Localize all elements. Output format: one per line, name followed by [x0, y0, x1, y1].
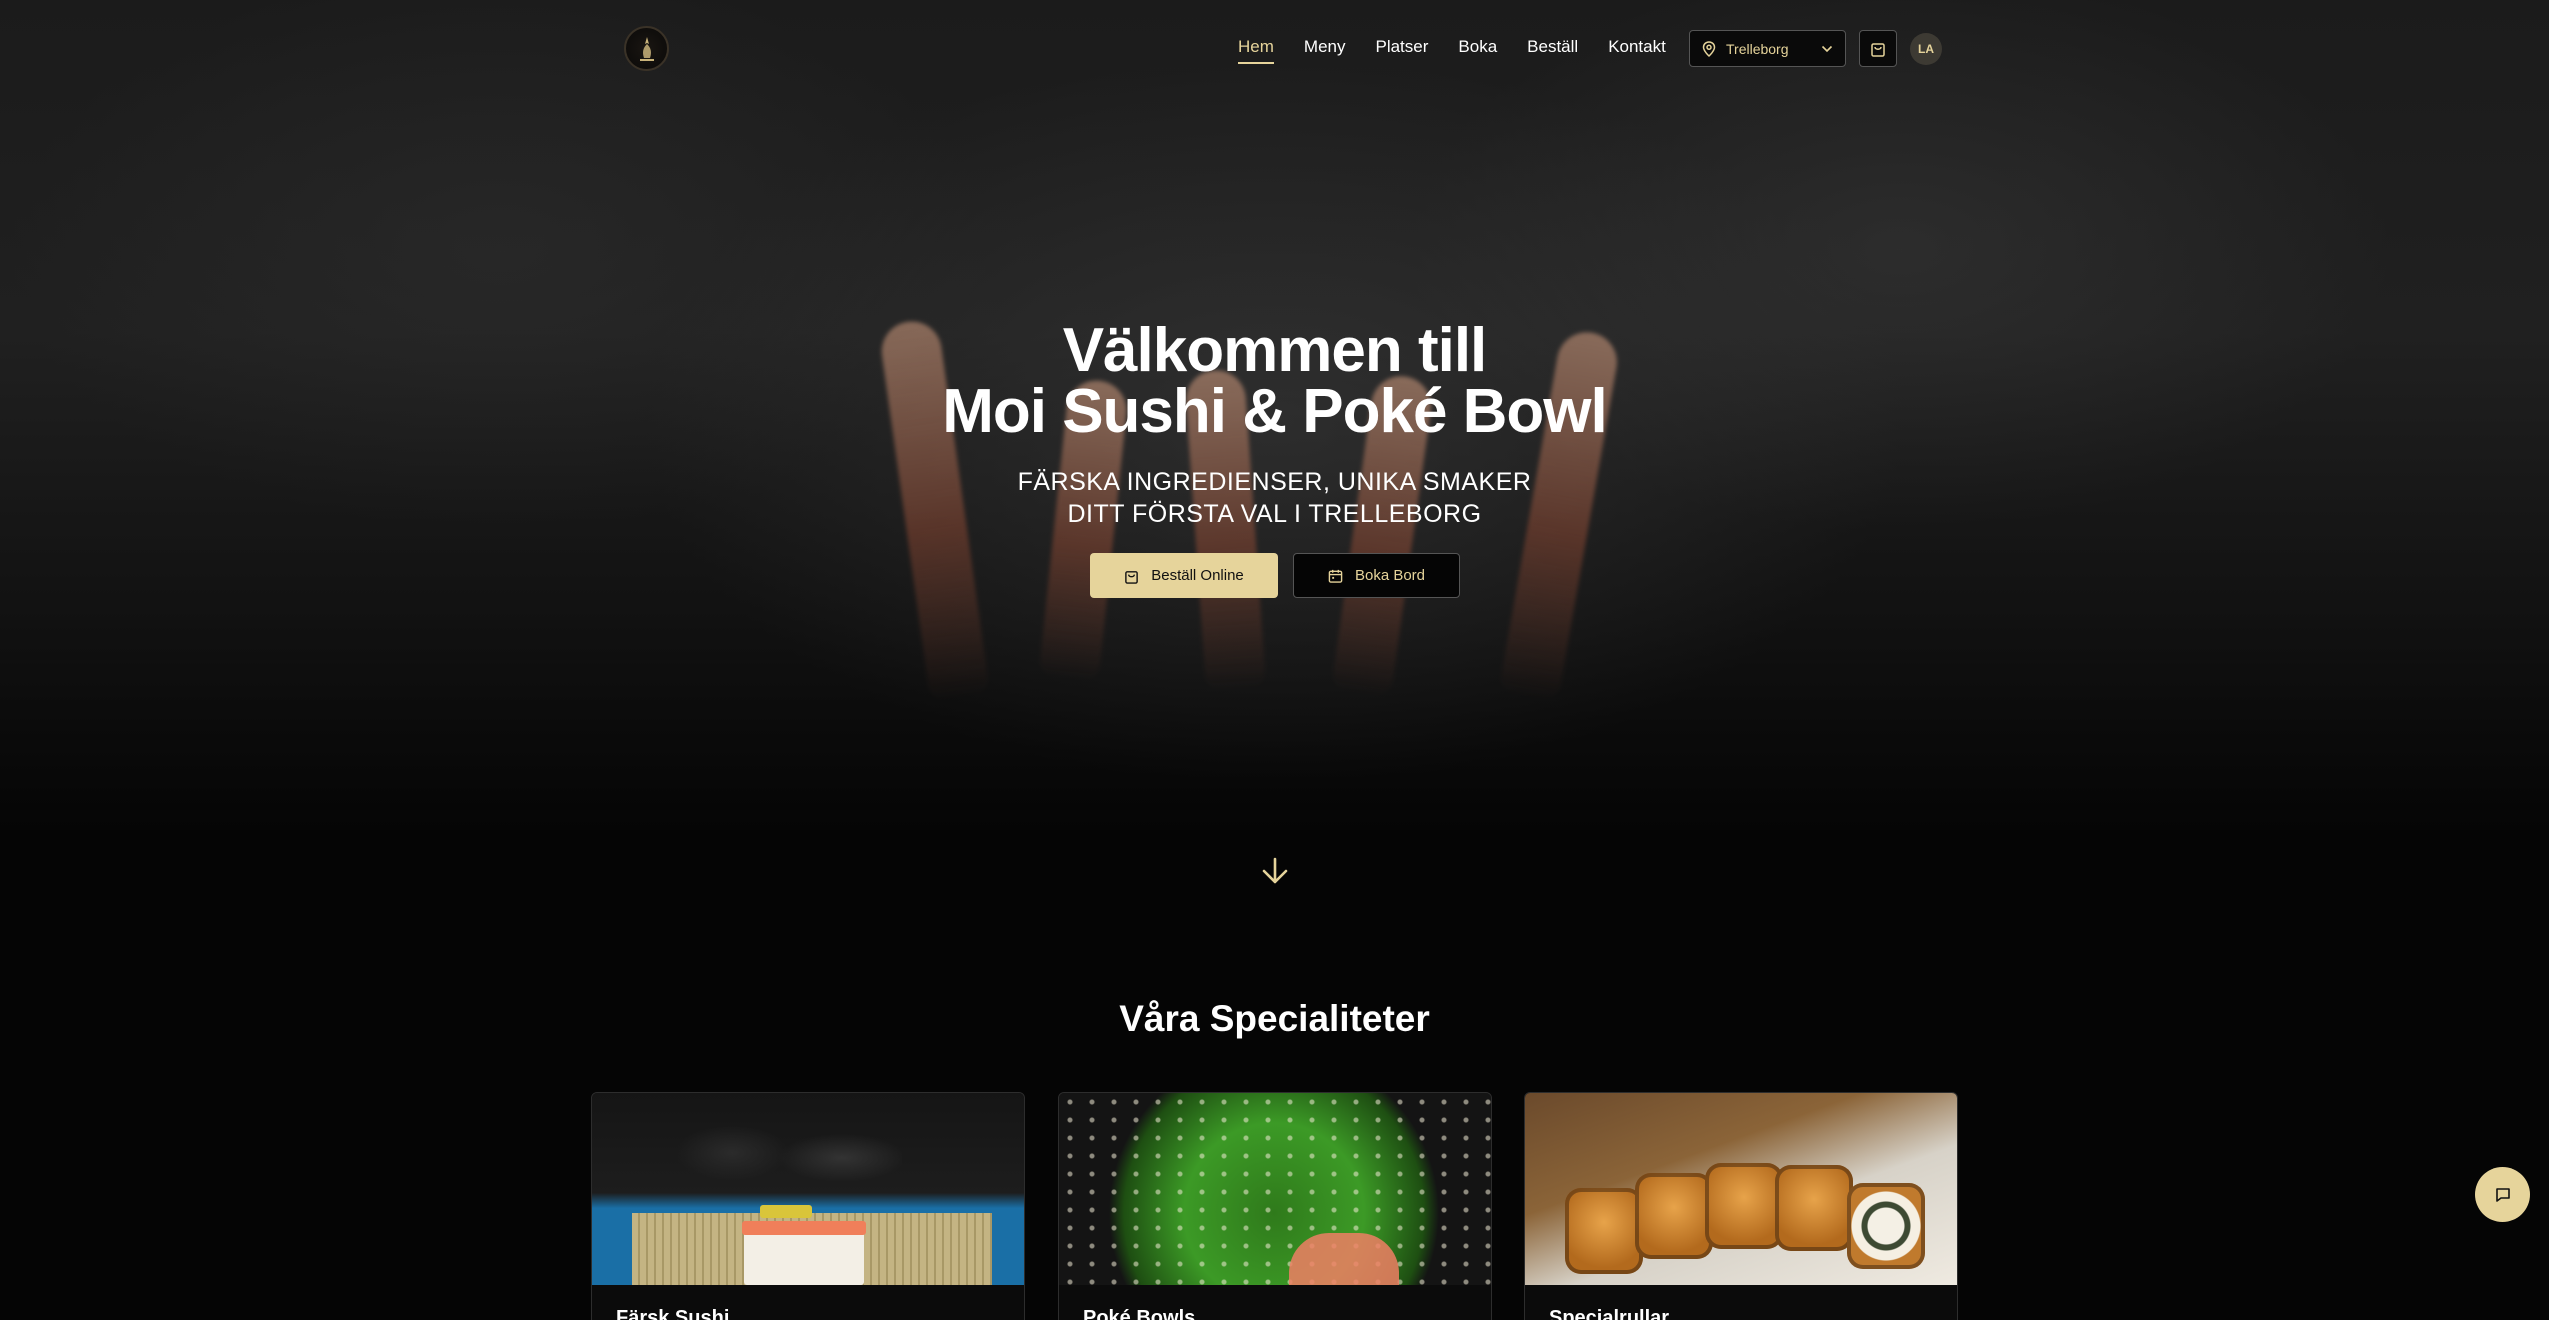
- roll-piece: [1635, 1173, 1713, 1259]
- salmon-topping: [1289, 1233, 1399, 1285]
- card-title: Färsk Sushi: [616, 1307, 730, 1320]
- order-online-label: Beställ Online: [1151, 567, 1244, 584]
- chat-bubble-icon: [2495, 1187, 2510, 1202]
- cart-button[interactable]: [1859, 30, 1897, 67]
- poke-bowl-image: [1059, 1093, 1491, 1285]
- nav-item-hem[interactable]: Hem: [1238, 37, 1274, 64]
- salmon-layer: [742, 1221, 866, 1235]
- book-table-label: Boka Bord: [1354, 567, 1426, 584]
- nav-item-boka[interactable]: Boka: [1458, 37, 1497, 57]
- restaurant-logo-icon[interactable]: [624, 26, 669, 71]
- site-header: Hem Meny Platser Boka Beställ Kontakt Tr…: [0, 0, 2549, 100]
- nav-item-platser[interactable]: Platser: [1375, 37, 1428, 57]
- location-selector[interactable]: Trelleborg: [1689, 30, 1846, 67]
- rice-roll: [744, 1228, 864, 1285]
- chevron-down-icon: [1821, 45, 1833, 52]
- hero-subtitle: FÄRSKA INGREDIENSER, UNIKA SMAKER DITT F…: [0, 466, 2549, 530]
- location-label: Trelleborg: [1726, 40, 1789, 57]
- card-title: Specialrullar: [1549, 1307, 1670, 1320]
- nav-item-kontakt[interactable]: Kontakt: [1608, 37, 1666, 57]
- user-avatar[interactable]: LA: [1910, 33, 1942, 65]
- specialty-card-sushi[interactable]: Färsk Sushi: [591, 1092, 1025, 1320]
- sesame-seeds: [1059, 1093, 1491, 1285]
- special-rolls-image: [1525, 1093, 1957, 1285]
- main-nav: Hem Meny Platser Boka Beställ Kontakt: [1238, 37, 1696, 64]
- nav-item-meny[interactable]: Meny: [1304, 37, 1346, 57]
- order-online-button[interactable]: Beställ Online: [1090, 553, 1278, 598]
- chat-button[interactable]: [2475, 1167, 2530, 1222]
- sushi-image: [592, 1093, 1024, 1285]
- arrow-down-icon[interactable]: [1259, 855, 1291, 887]
- specialty-card-rolls[interactable]: Specialrullar: [1524, 1092, 1958, 1320]
- roll-piece: [1705, 1163, 1783, 1249]
- hero-subtitle-line2: DITT FÖRSTA VAL I TRELLEBORG: [1067, 500, 1482, 528]
- nav-item-bestall[interactable]: Beställ: [1527, 37, 1578, 57]
- hero-title-line2: Moi Sushi & Poké Bowl: [942, 377, 1608, 446]
- roll-piece: [1565, 1188, 1643, 1274]
- hero-title-line1: Välkommen till: [1062, 316, 1488, 385]
- logo-figure-icon: [639, 36, 654, 61]
- map-pin-icon: [1702, 40, 1716, 57]
- calendar-icon: [1328, 569, 1343, 583]
- shopping-bag-icon: [1125, 570, 1139, 584]
- chef-hands: [642, 1103, 902, 1193]
- hero-title: Välkommen till Moi Sushi & Poké Bowl: [0, 320, 2549, 443]
- book-table-button[interactable]: Boka Bord: [1293, 553, 1460, 598]
- card-title: Poké Bowls: [1083, 1307, 1196, 1320]
- roll-piece: [1775, 1165, 1853, 1251]
- avocado-layer: [760, 1205, 812, 1218]
- specialties-title: Våra Specialiteter: [1119, 998, 1430, 1039]
- hero-subtitle-line1: FÄRSKA INGREDIENSER, UNIKA SMAKER: [1017, 468, 1532, 496]
- roll-piece-cut: [1847, 1183, 1925, 1269]
- specialty-card-poke[interactable]: Poké Bowls: [1058, 1092, 1492, 1320]
- shopping-bag-icon: [1871, 43, 1885, 57]
